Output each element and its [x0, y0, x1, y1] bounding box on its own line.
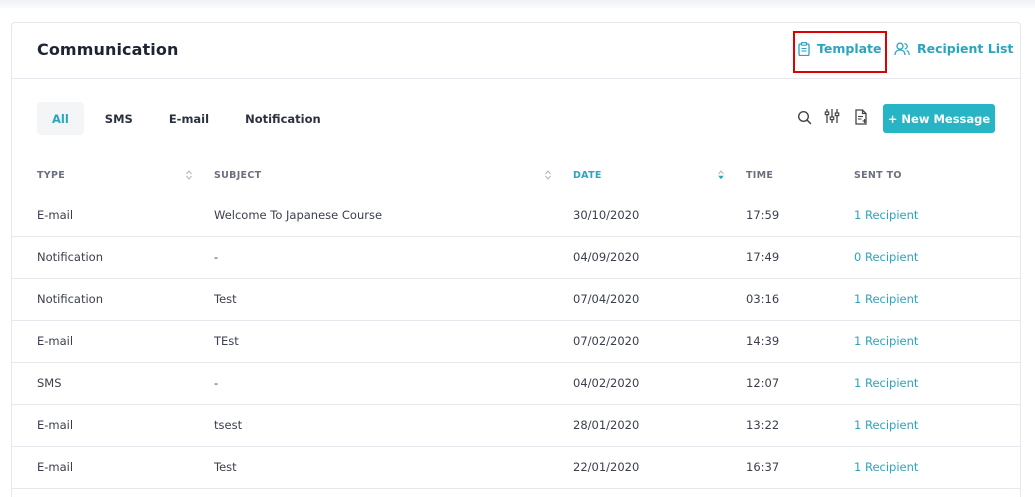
- cell-subject: Test: [214, 292, 237, 306]
- cell-date: 04/09/2020: [573, 250, 640, 264]
- new-message-button[interactable]: + New Message: [883, 104, 995, 133]
- cell-date: 22/01/2020: [573, 460, 640, 474]
- recipient-list-link[interactable]: Recipient List: [894, 41, 1013, 56]
- page-title: Communication: [37, 40, 179, 59]
- cell-date: 28/01/2020: [573, 418, 640, 432]
- cell-subject: Welcome To Japanese Course: [214, 208, 383, 222]
- cell-sent-to-link[interactable]: 1 Recipient: [854, 208, 918, 222]
- cell-time: 14:39: [746, 334, 780, 348]
- table-row[interactable]: SMS - 04/02/2020 12:07 1 Recipient: [12, 363, 1020, 405]
- column-sent-to: SENT TO: [854, 170, 902, 181]
- cell-sent-to-link[interactable]: 1 Recipient: [854, 334, 918, 348]
- cell-type: E-mail: [37, 334, 74, 348]
- clipboard-icon: [798, 41, 810, 56]
- cell-type: Notification: [37, 292, 103, 306]
- column-subject[interactable]: SUBJECT: [214, 170, 261, 181]
- tab-notification[interactable]: Notification: [230, 102, 336, 135]
- cell-date: 07/02/2020: [573, 334, 640, 348]
- cell-sent-to-link[interactable]: 1 Recipient: [854, 376, 918, 390]
- cell-type: E-mail: [37, 208, 74, 222]
- cell-subject: -: [214, 250, 219, 264]
- filter-tabs: All SMS E-mail Notification: [37, 102, 342, 135]
- filter-sliders-icon[interactable]: [823, 107, 841, 125]
- cell-sent-to-link[interactable]: 1 Recipient: [854, 292, 918, 306]
- cell-subject: tsest: [214, 418, 243, 432]
- export-document-icon[interactable]: [852, 108, 870, 126]
- cell-date: 30/10/2020: [573, 208, 640, 222]
- tab-email[interactable]: E-mail: [154, 102, 224, 135]
- table-body: E-mail Welcome To Japanese Course 30/10/…: [12, 195, 1020, 489]
- column-type[interactable]: TYPE: [37, 170, 65, 181]
- users-icon: [894, 42, 910, 55]
- table-header: TYPE SUBJECT DATE TIME SENT TO: [12, 163, 1020, 189]
- card-header: Communication Template Recipient List: [12, 23, 1020, 79]
- tab-sms[interactable]: SMS: [90, 102, 148, 135]
- table-row[interactable]: Notification Test 07/04/2020 03:16 1 Rec…: [12, 279, 1020, 321]
- table-row[interactable]: E-mail Welcome To Japanese Course 30/10/…: [12, 195, 1020, 237]
- cell-type: E-mail: [37, 418, 74, 432]
- column-time: TIME: [746, 170, 774, 181]
- cell-subject: Test: [214, 460, 237, 474]
- cell-date: 04/02/2020: [573, 376, 640, 390]
- cell-subject: TEst: [214, 334, 239, 348]
- table-row[interactable]: E-mail Test 22/01/2020 16:37 1 Recipient: [12, 447, 1020, 489]
- cell-time: 12:07: [746, 376, 780, 390]
- cell-sent-to-link[interactable]: 1 Recipient: [854, 418, 918, 432]
- recipient-list-label: Recipient List: [917, 41, 1014, 56]
- cell-sent-to-link[interactable]: 1 Recipient: [854, 460, 918, 474]
- cell-time: 16:37: [746, 460, 780, 474]
- sort-date-icon[interactable]: [717, 169, 725, 181]
- cell-date: 07/04/2020: [573, 292, 640, 306]
- cell-type: E-mail: [37, 460, 74, 474]
- sort-subject-icon[interactable]: [544, 169, 552, 181]
- top-strip: [0, 0, 1035, 8]
- table-row[interactable]: Notification - 04/09/2020 17:49 0 Recipi…: [12, 237, 1020, 279]
- cell-time: 03:16: [746, 292, 780, 306]
- cell-time: 17:59: [746, 208, 780, 222]
- cell-subject: -: [214, 376, 219, 390]
- communication-card: Communication Template Recipient List Al…: [11, 22, 1021, 497]
- cell-time: 13:22: [746, 418, 780, 432]
- cell-time: 17:49: [746, 250, 780, 264]
- table-row[interactable]: E-mail TEst 07/02/2020 14:39 1 Recipient: [12, 321, 1020, 363]
- search-icon[interactable]: [796, 109, 814, 127]
- tab-all[interactable]: All: [37, 102, 84, 135]
- cell-type: SMS: [37, 376, 62, 390]
- column-date[interactable]: DATE: [573, 170, 602, 181]
- sort-type-icon[interactable]: [185, 169, 193, 181]
- cell-sent-to-link[interactable]: 0 Recipient: [854, 250, 918, 264]
- template-link[interactable]: Template: [798, 41, 882, 56]
- table-row[interactable]: E-mail tsest 28/01/2020 13:22 1 Recipien…: [12, 405, 1020, 447]
- cell-type: Notification: [37, 250, 103, 264]
- template-label: Template: [817, 41, 882, 56]
